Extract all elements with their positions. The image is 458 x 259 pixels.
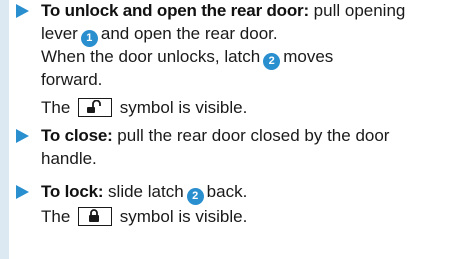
instruction-line: To lock: slide latch 2 back. xyxy=(41,182,247,205)
instruction-text: slide latch xyxy=(108,182,184,201)
instruction-text: handle. xyxy=(41,149,97,168)
locked-padlock-icon xyxy=(78,207,113,226)
instruction-text: back. xyxy=(206,182,248,201)
instruction-line: When the door unlocks, latch 2 moves xyxy=(41,47,333,70)
instruction-text: pull opening xyxy=(313,1,406,20)
bullet-arrow-icon xyxy=(16,185,29,199)
instruction-line: forward. xyxy=(41,70,102,90)
instruction-text: and open the rear door. xyxy=(100,24,278,43)
instruction-lead: To close: xyxy=(41,126,113,145)
instruction-text: The xyxy=(41,98,71,117)
instruction-text: When the door unlocks, latch xyxy=(41,47,261,66)
instruction-lead: To unlock and open the rear door: xyxy=(41,1,309,20)
instruction-line: To unlock and open the rear door: pull o… xyxy=(41,1,405,21)
sidebar-accent-bar xyxy=(0,0,9,259)
instruction-text: symbol is visible. xyxy=(119,98,248,117)
callout-marker-2: 2 xyxy=(186,188,204,205)
instruction-line: handle. xyxy=(41,149,97,169)
instruction-text: pull the rear door closed by the door xyxy=(117,126,390,145)
unlocked-padlock-icon xyxy=(78,98,113,117)
instruction-text: symbol is visible. xyxy=(119,207,248,226)
instruction-text: moves xyxy=(283,47,334,66)
callout-marker-2: 2 xyxy=(263,53,281,70)
instruction-line: lever 1 and open the rear door. xyxy=(41,24,278,47)
instruction-text: The xyxy=(41,207,71,226)
instruction-lead: To lock: xyxy=(41,182,104,201)
bullet-arrow-icon xyxy=(16,4,29,18)
symbol-note: The symbol is visible. xyxy=(41,207,247,227)
instruction-text: lever xyxy=(41,24,78,43)
bullet-arrow-icon xyxy=(16,129,29,143)
instruction-line: To close: pull the rear door closed by t… xyxy=(41,126,389,146)
symbol-note: The symbol is visible. xyxy=(41,98,247,118)
callout-marker-1: 1 xyxy=(80,30,98,47)
instruction-text: forward. xyxy=(41,70,103,89)
